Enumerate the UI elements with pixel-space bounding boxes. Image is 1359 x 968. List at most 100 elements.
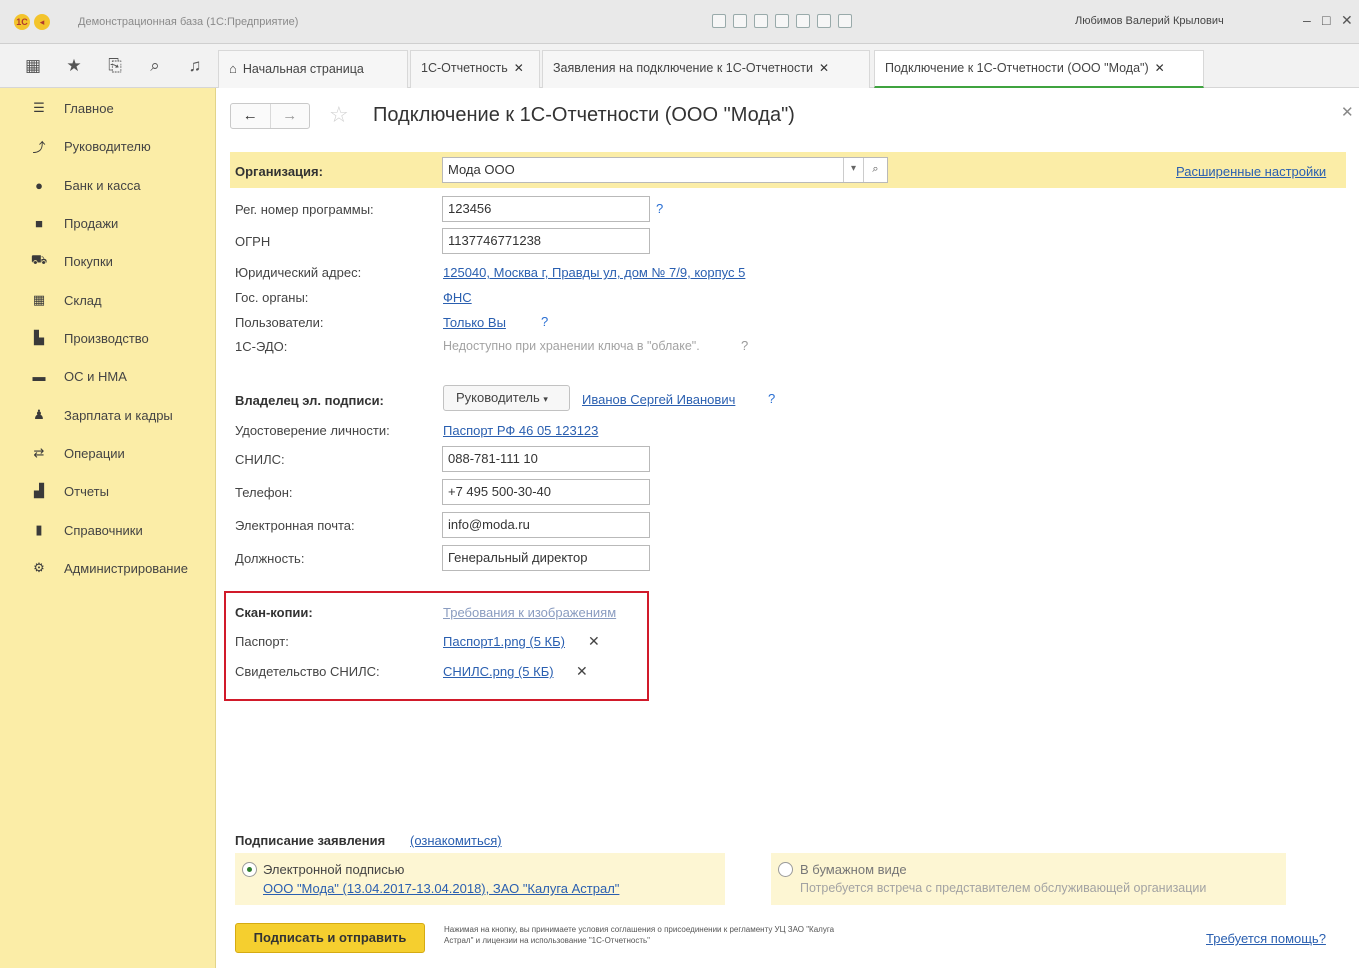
help-question-icon[interactable]: ? [741,338,748,353]
tab-row: ▦ ★ ⎘ ⌕ ♫ ⌂ Начальная страница 1С-Отчетно… [0,44,1359,88]
dropdown-arrow-icon[interactable]: ▾ [843,158,863,182]
remove-file-icon[interactable]: ✕ [588,633,600,650]
trend-icon: ⤴ [32,139,46,155]
position-label: Должность: [235,551,305,566]
current-user[interactable]: Любимов Валерий Крылович [1075,15,1224,27]
maximize-icon[interactable]: □ [1322,12,1330,28]
favorites-icon[interactable]: ★ [63,56,85,76]
grid-menu-icon[interactable]: ▦ [22,56,44,76]
help-question-icon[interactable]: ? [768,391,775,406]
back-arrow-icon[interactable]: ← [231,104,270,128]
gov-link[interactable]: ФНС [443,290,472,305]
favorite-star-icon[interactable]: ☆ [329,102,349,128]
sidebar-item-warehouse[interactable]: ▦ Склад [28,289,102,311]
close-tab-icon[interactable]: ✕ [1155,61,1165,75]
snils-field[interactable]: 088-781-111 10 [442,446,650,472]
sidebar-item-admin[interactable]: ⚙ Администрирование [28,557,188,579]
table-icon[interactable] [817,14,831,28]
requirements-link[interactable]: Требования к изображениям [443,605,616,620]
minimize-icon[interactable]: – [1303,12,1311,28]
reg-num-label: Рег. номер программы: [235,202,374,217]
sidebar-item-assets[interactable]: ▬ ОС и НМА [28,365,127,387]
tab-home[interactable]: ⌂ Начальная страница [218,50,408,88]
bar-chart-icon: ▟ [34,483,44,498]
nav-buttons: ← → [230,103,310,129]
electronic-radio[interactable] [242,862,257,877]
sidebar-item-production[interactable]: ▙ Производство [28,327,149,349]
app-name: Демонстрационная база (1С:Предприятие) [78,16,299,28]
sidebar-item-salary[interactable]: ♟ Зарплата и кадры [28,404,173,426]
email-field[interactable]: info@moda.ru [442,512,650,538]
owner-role-select[interactable]: Руководитель ▾ [443,385,570,411]
reg-num-field[interactable]: 123456 [442,196,650,222]
passport-scan-label: Паспорт: [235,634,289,649]
snils-scan-label: Свидетельство СНИЛС: [235,664,380,679]
advanced-settings-link[interactable]: Расширенные настройки [1176,164,1326,179]
save-icon[interactable] [712,14,726,28]
history-icon[interactable] [775,14,789,28]
page-title: Подключение к 1С-Отчетности (ООО "Мода") [373,104,795,126]
sidebar-item-bank[interactable]: ● Банк и касса [28,174,140,196]
sign-and-send-button[interactable]: Подписать и отправить [235,923,425,953]
id-label: Удостоверение личности: [235,423,390,438]
signing-label: Подписание заявления [235,833,386,848]
sidebar-item-purchases[interactable]: ⛟ Покупки [28,250,113,272]
scans-label: Скан-копии: [235,605,313,620]
read-agreement-link[interactable]: (ознакомиться) [410,833,502,848]
snils-label: СНИЛС: [235,452,285,467]
chevron-down-icon: ▾ [543,394,548,404]
org-value: Мода ООО [448,162,515,177]
search-icon[interactable]: ⌕ [863,158,887,182]
sidebar: ☰ Главное ⤴ Руководителю ● Банк и касса ■ Пр… [0,88,216,968]
calendar-icon[interactable] [796,14,810,28]
org-field[interactable]: Мода ООО ▾ ⌕ [442,157,888,183]
warehouse-icon: ▦ [32,292,46,307]
address-link[interactable]: 125040, Москва г, Правды ул, дом № 7/9, … [443,265,745,280]
history-icon[interactable]: ⎘ [104,56,126,76]
tab-1c-reporting[interactable]: 1С-Отчетность ✕ [410,50,540,88]
users-link[interactable]: Только Вы [443,315,506,330]
help-link[interactable]: Требуется помощь? [1206,931,1326,946]
paper-sign-panel[interactable] [771,853,1286,905]
main-content: ← → ☆ Подключение к 1С-Отчетности (ООО "… [216,88,1359,968]
sidebar-item-manager[interactable]: ⤴ Руководителю [28,135,150,157]
forward-arrow-icon[interactable]: → [269,104,310,128]
sidebar-item-sales[interactable]: ■ Продажи [28,212,118,234]
edo-label: 1С-ЭДО: [235,339,288,354]
passport-file-link[interactable]: Паспорт1.png (5 КБ) [443,634,565,649]
tab-applications[interactable]: Заявления на подключение к 1С-Отчетности… [542,50,870,88]
phone-field[interactable]: +7 495 500-30-40 [442,479,650,505]
ogrn-field[interactable]: 1137746771238 [442,228,650,254]
bell-icon[interactable]: ♫ [184,56,206,76]
home-icon: ⌂ [229,61,237,76]
owner-name-link[interactable]: Иванов Сергей Иванович [582,392,735,407]
sidebar-item-reports[interactable]: ▟ Отчеты [28,480,109,502]
operations-icon: ⇄ [33,445,45,460]
sidebar-item-main[interactable]: ☰ Главное [28,97,114,119]
copy-icon[interactable] [754,14,768,28]
calc-icon[interactable] [838,14,852,28]
print-icon[interactable] [733,14,747,28]
close-form-icon[interactable]: ✕ [1341,103,1354,121]
help-question-icon[interactable]: ? [541,314,548,329]
sidebar-item-catalogs[interactable]: ▮ Справочники [28,519,142,541]
users-label: Пользователи: [235,315,324,330]
search-icon[interactable]: ⌕ [144,56,166,76]
remove-file-icon[interactable]: ✕ [576,663,588,680]
org-label: Организация: [235,164,323,179]
snils-file-link[interactable]: СНИЛС.png (5 КБ) [443,664,554,679]
gear-icon: ⚙ [33,560,45,575]
paper-radio[interactable] [778,862,793,877]
close-window-icon[interactable]: ✕ [1341,12,1353,29]
help-question-icon[interactable]: ? [656,201,663,216]
electronic-sign-panel[interactable] [235,853,725,905]
id-link[interactable]: Паспорт РФ 46 05 123123 [443,423,598,438]
certificate-link[interactable]: ООО "Мода" (13.04.2017-13.04.2018), ЗАО … [263,881,619,896]
title-bar: 1С ◂ Демонстрационная база (1С:Предприяти… [0,0,1359,44]
tab-connection[interactable]: Подключение к 1С-Отчетности (ООО "Мода")… [874,50,1204,88]
coin-icon: ● [35,177,43,193]
sidebar-item-operations[interactable]: ⇄ Операции [28,442,125,464]
close-tab-icon[interactable]: ✕ [819,61,829,75]
close-tab-icon[interactable]: ✕ [514,61,524,75]
position-field[interactable]: Генеральный директор [442,545,650,571]
